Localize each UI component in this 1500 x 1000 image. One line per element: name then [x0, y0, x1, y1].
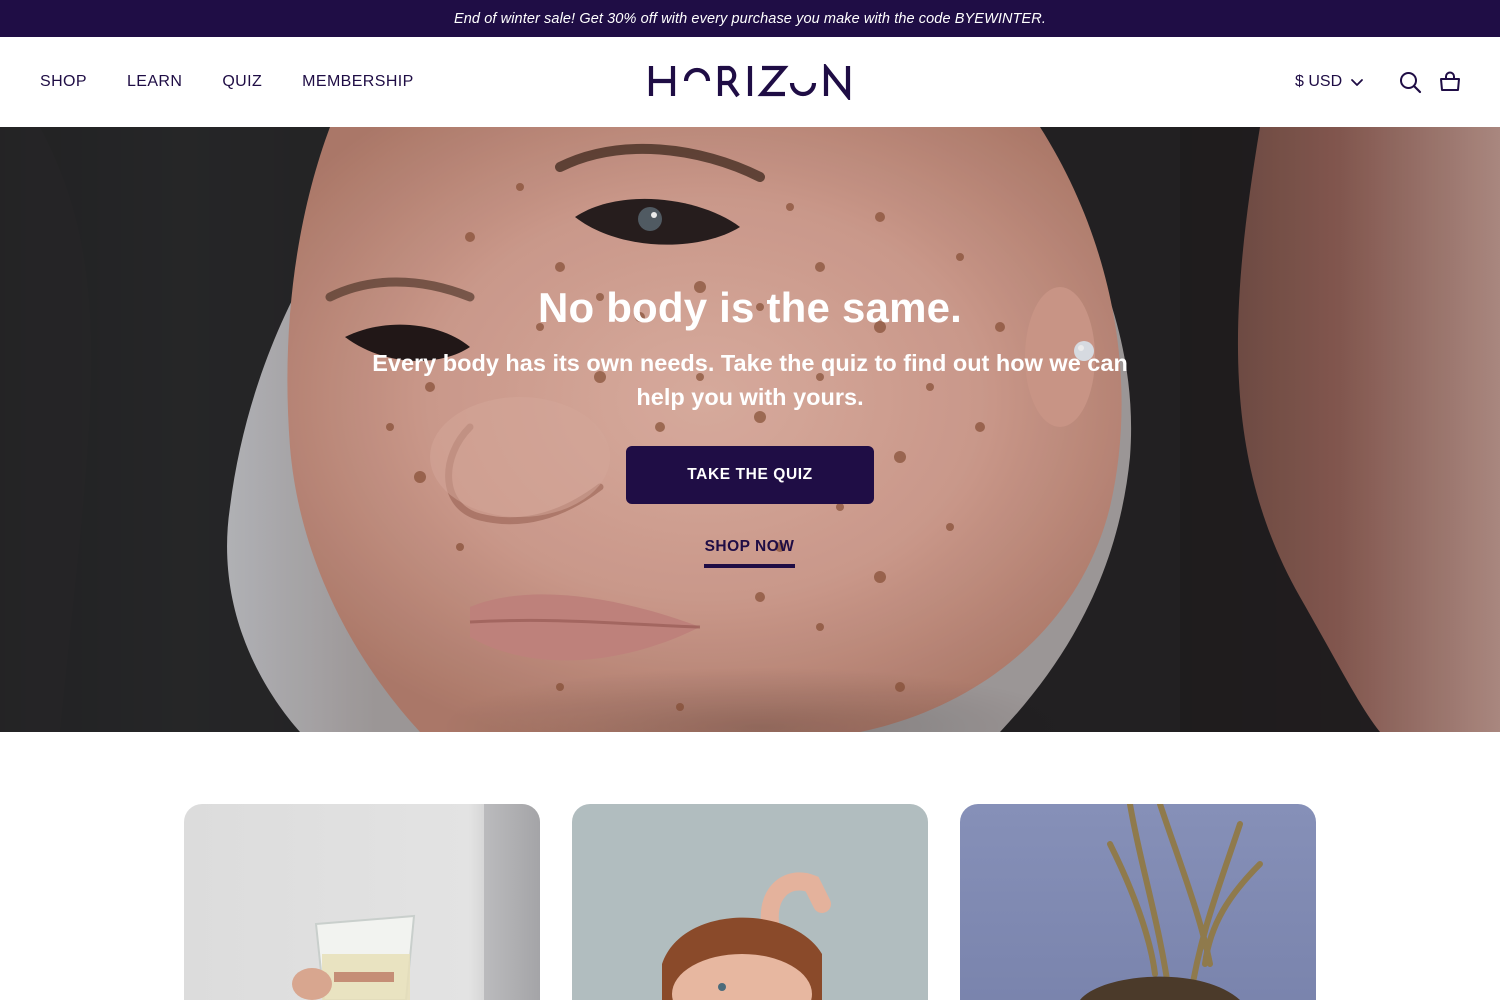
- nav-item-quiz[interactable]: QUIZ: [222, 73, 262, 91]
- search-button[interactable]: [1398, 70, 1422, 94]
- logo-wordmark: [648, 61, 851, 103]
- hero-subtitle: Every body has its own needs. Take the q…: [372, 350, 1128, 410]
- take-quiz-button[interactable]: TAKE THE QUIZ: [626, 446, 874, 504]
- feature-cards: [184, 804, 1316, 1000]
- hero-banner: No body is the same. Every body has its …: [0, 127, 1500, 732]
- cart-icon: [1440, 71, 1460, 91]
- feature-card[interactable]: [184, 804, 540, 1000]
- feature-card-image: [184, 804, 540, 1000]
- announcement-text: End of winter sale! Get 30% off with eve…: [454, 10, 1046, 27]
- chevron-down-icon: [1351, 79, 1364, 86]
- currency-label: $ USD: [1295, 73, 1343, 90]
- brand-logo[interactable]: [648, 61, 852, 103]
- main-nav: SHOP LEARN QUIZ MEMBERSHIP: [40, 37, 414, 127]
- feature-card-image: [572, 804, 928, 1000]
- feature-card[interactable]: [572, 804, 928, 1000]
- feature-card-image: [960, 804, 1316, 1000]
- nav-item-learn[interactable]: LEARN: [127, 73, 182, 91]
- shop-now-link[interactable]: SHOP NOW: [704, 538, 795, 568]
- announcement-bar: End of winter sale! Get 30% off with eve…: [0, 0, 1500, 37]
- hero-title: No body is the same.: [537, 284, 963, 331]
- hero-content: No body is the same. Every body has its …: [0, 127, 1500, 732]
- site-header: SHOP LEARN QUIZ MEMBERSHIP $ USD: [0, 37, 1500, 127]
- cart-button[interactable]: [1438, 70, 1462, 94]
- currency-selector[interactable]: $ USD: [1295, 37, 1364, 127]
- search-icon: [1400, 72, 1422, 94]
- nav-item-shop[interactable]: SHOP: [40, 73, 87, 91]
- nav-item-membership[interactable]: MEMBERSHIP: [302, 73, 414, 91]
- feature-card[interactable]: [960, 804, 1316, 1000]
